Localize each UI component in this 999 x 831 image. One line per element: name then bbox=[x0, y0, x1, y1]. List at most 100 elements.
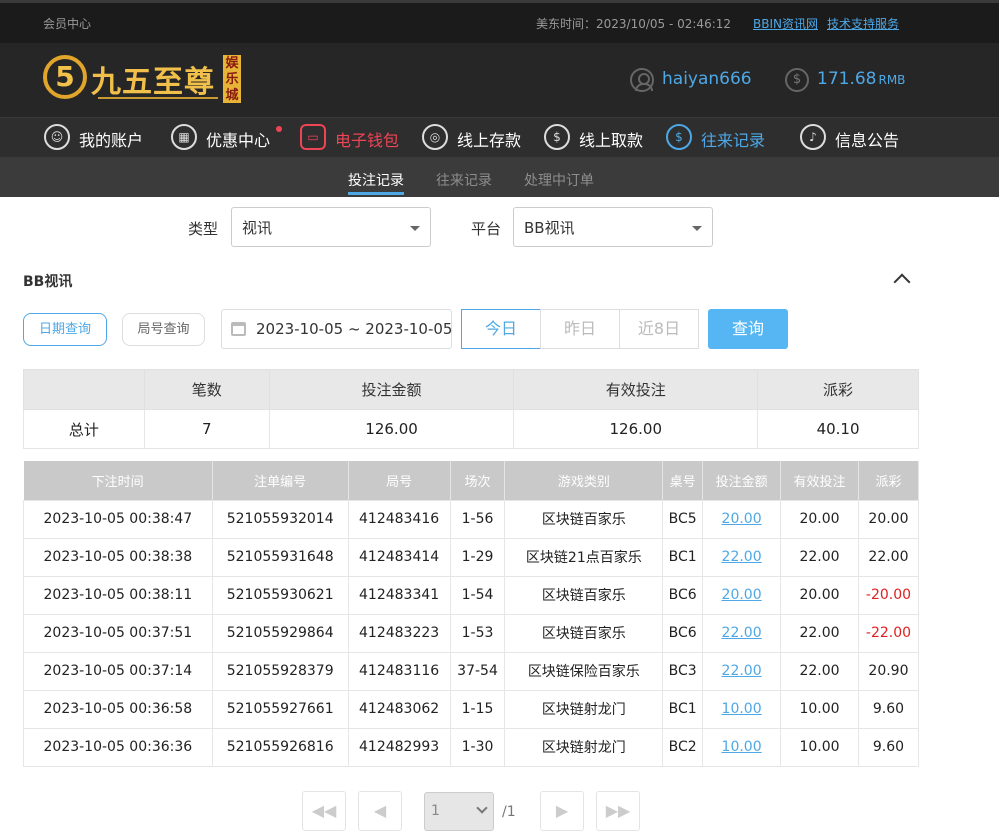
table-cell: 521055928379 bbox=[211, 651, 349, 691]
section-title: BB视讯 bbox=[23, 274, 73, 290]
page-select[interactable]: 1 bbox=[424, 792, 494, 831]
table-cell: 22.00 bbox=[780, 537, 859, 577]
bell-icon: ♪ bbox=[800, 124, 826, 150]
table-cell: 22.00 bbox=[857, 537, 920, 577]
table-row: 2023-10-05 00:38:11 521055930621 412483341… bbox=[23, 575, 920, 615]
table-cell[interactable]: 22.00 bbox=[702, 651, 782, 691]
nav-label: 电子钱包 bbox=[335, 131, 400, 150]
platform-label: 平台 bbox=[471, 220, 502, 238]
chevron-down-icon bbox=[476, 802, 488, 814]
summary-header: 笔数 bbox=[143, 369, 270, 410]
nav-label: 线上存款 bbox=[457, 131, 522, 150]
table-cell[interactable]: 22.00 bbox=[702, 537, 782, 577]
date-query-button[interactable]: 日期查询 bbox=[23, 313, 107, 346]
calendar-icon bbox=[231, 322, 246, 336]
prev-page-button[interactable]: ◀ bbox=[358, 791, 402, 831]
table-cell: 2023-10-05 00:36:36 bbox=[23, 727, 213, 767]
table-cell: 20.00 bbox=[857, 499, 920, 539]
table-cell: BC3 bbox=[662, 651, 704, 691]
summary-cell: 40.10 bbox=[757, 409, 919, 449]
table-cell: 22.00 bbox=[780, 613, 859, 653]
table-cell[interactable]: 20.00 bbox=[702, 499, 782, 539]
table-cell: 521055931648 bbox=[211, 537, 349, 577]
summary-header: 派彩 bbox=[757, 369, 919, 410]
details-header: 注单编号 bbox=[212, 461, 349, 500]
details-header: 游戏类别 bbox=[504, 461, 664, 500]
summary-table: 笔数 投注金额 有效投注 派彩 总计 7 126.00 126.00 40.10 bbox=[23, 369, 919, 449]
table-cell: 区块链百家乐 bbox=[504, 575, 664, 615]
logo-underline bbox=[98, 97, 218, 99]
table-cell[interactable]: 10.00 bbox=[702, 727, 782, 767]
summary-cell: 126.00 bbox=[268, 409, 515, 449]
table-cell: 37-54 bbox=[449, 651, 506, 691]
balance-amount: 171.68 bbox=[817, 69, 877, 89]
next-page-button[interactable]: ▶ bbox=[540, 791, 584, 831]
table-cell: 521055927661 bbox=[211, 689, 349, 729]
user-icon bbox=[630, 68, 654, 92]
wallet-icon: ▭ bbox=[300, 124, 326, 150]
first-page-button[interactable]: ◀◀ bbox=[302, 791, 346, 831]
table-cell[interactable]: 22.00 bbox=[702, 613, 782, 653]
table-cell: 区块链21点百家乐 bbox=[504, 537, 664, 577]
bbin-news-link[interactable]: BBIN资讯网 bbox=[753, 15, 818, 32]
details-header: 局号 bbox=[348, 461, 451, 500]
table-cell: 412483416 bbox=[347, 499, 451, 539]
summary-cell: 126.00 bbox=[513, 409, 759, 449]
query-button[interactable]: 查询 bbox=[708, 309, 788, 349]
table-cell: 20.00 bbox=[780, 499, 859, 539]
member-center-label: 会员中心 bbox=[43, 17, 92, 31]
last-page-button[interactable]: ▶▶ bbox=[596, 791, 640, 831]
platform-select-value: BB视讯 bbox=[524, 219, 575, 237]
currency: RMB bbox=[878, 73, 906, 87]
table-cell: 1-30 bbox=[449, 727, 506, 767]
table-cell: 412483414 bbox=[347, 537, 451, 577]
table-cell: 2023-10-05 00:36:58 bbox=[23, 689, 213, 729]
table-cell: 2023-10-05 00:38:38 bbox=[23, 537, 213, 577]
tab-pending-orders[interactable]: 处理中订单 bbox=[524, 170, 594, 190]
table-cell: 521055929864 bbox=[211, 613, 349, 653]
table-cell: 9.60 bbox=[857, 689, 920, 729]
notification-dot bbox=[276, 126, 282, 132]
quick-last8days-button[interactable]: 近8日 bbox=[619, 309, 699, 349]
summary-header: 投注金额 bbox=[268, 369, 515, 410]
table-cell: 20.00 bbox=[780, 575, 859, 615]
tab-transaction-records[interactable]: 往来记录 bbox=[436, 170, 492, 190]
table-cell: 1-15 bbox=[449, 689, 506, 729]
nav-label: 优惠中心 bbox=[206, 131, 271, 150]
table-cell[interactable]: 20.00 bbox=[702, 575, 782, 615]
platform-select[interactable]: BB视讯 bbox=[513, 207, 713, 247]
user-icon: ☺ bbox=[44, 124, 70, 150]
table-cell: 1-54 bbox=[449, 575, 506, 615]
table-cell: 412483223 bbox=[347, 613, 451, 653]
quick-yesterday-button[interactable]: 昨日 bbox=[540, 309, 620, 349]
top-bar: 会员中心 美东时间：2023/10/05 - 02:46:12 BBIN资讯网 … bbox=[0, 0, 999, 43]
summary-header: 有效投注 bbox=[513, 369, 759, 410]
table-cell: 521055932014 bbox=[211, 499, 349, 539]
table-cell: 2023-10-05 00:38:47 bbox=[23, 499, 213, 539]
table-cell: 412482993 bbox=[347, 727, 451, 767]
table-cell: BC1 bbox=[662, 537, 704, 577]
tech-support-link[interactable]: 技术支持服务 bbox=[827, 15, 899, 32]
date-range-picker[interactable]: 2023-10-05 ~ 2023-10-05 bbox=[221, 309, 452, 349]
table-cell: 2023-10-05 00:37:51 bbox=[23, 613, 213, 653]
summary-header bbox=[23, 369, 145, 410]
quick-today-button[interactable]: 今日 bbox=[461, 309, 541, 349]
table-cell[interactable]: 10.00 bbox=[702, 689, 782, 729]
brand-logo[interactable]: 5 九五至尊 娱乐城 bbox=[43, 53, 243, 107]
header: 5 九五至尊 娱乐城 haiyan666 $ 171.68 RMB bbox=[0, 43, 999, 117]
type-select[interactable]: 视讯 bbox=[231, 207, 431, 247]
table-cell: BC1 bbox=[662, 689, 704, 729]
nav-label: 信息公告 bbox=[835, 131, 900, 150]
table-cell: -20.00 bbox=[857, 575, 920, 615]
brand-stamp: 娱乐城 bbox=[223, 55, 241, 103]
table-cell: 521055926816 bbox=[211, 727, 349, 767]
round-query-button[interactable]: 局号查询 bbox=[122, 313, 205, 346]
details-header: 投注金额 bbox=[702, 461, 782, 500]
tab-bet-records[interactable]: 投注记录 bbox=[348, 170, 404, 190]
withdraw-icon: $ bbox=[544, 124, 570, 150]
active-tab-underline bbox=[348, 192, 404, 195]
table-cell: BC6 bbox=[662, 613, 704, 653]
main-nav: ☺ 我的账户 ▦ 优惠中心 ▭ 电子钱包 ◎ 线上存款 $ 线上取款 $ 往来记… bbox=[0, 117, 999, 157]
chevron-up-icon[interactable] bbox=[893, 271, 911, 285]
table-cell: 412483062 bbox=[347, 689, 451, 729]
